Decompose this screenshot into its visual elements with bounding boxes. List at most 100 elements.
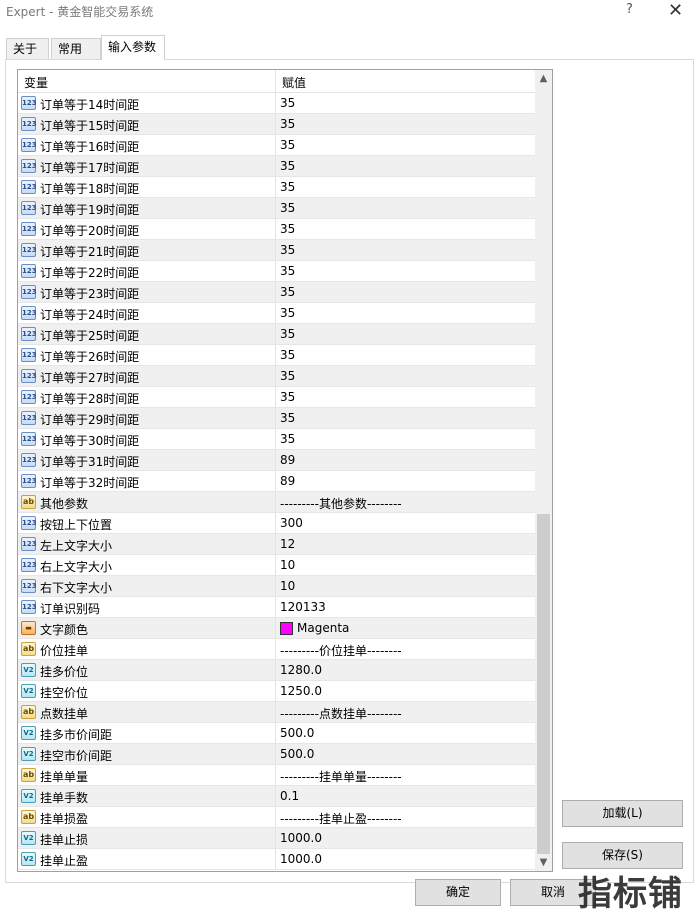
parameter-value[interactable]: 35 [280,180,295,194]
parameter-row[interactable]: V2 挂空市价间距 500.0 [18,744,535,765]
parameter-row[interactable]: ab 挂单单量 ---------挂单单量-------- [18,765,535,786]
parameter-row[interactable]: V2 挂多价位 1280.0 [18,660,535,681]
parameter-row[interactable]: V2 挂空价位 1250.0 [18,681,535,702]
parameter-value[interactable]: 12 [280,537,295,551]
parameter-value[interactable]: 35 [280,138,295,152]
parameter-row[interactable]: ab 点数挂单 ---------点数挂单-------- [18,702,535,723]
parameter-value[interactable]: 35 [280,201,295,215]
parameter-row[interactable]: 123 右上文字大小 10 [18,555,535,576]
parameter-value[interactable]: 35 [280,285,295,299]
parameter-value[interactable]: 35 [280,411,295,425]
parameter-value[interactable]: ---------点数挂单-------- [280,705,402,722]
parameter-row[interactable]: 123 订单等于16时间距 35 [18,135,535,156]
parameter-row[interactable]: V2 挂单止损 1000.0 [18,828,535,849]
parameter-value[interactable]: 500.0 [280,747,314,761]
parameter-row[interactable]: 123 订单等于14时间距 35 [18,93,535,114]
integer-type-icon: 123 [21,369,37,383]
parameter-row[interactable]: 123 订单等于30时间距 35 [18,429,535,450]
parameter-row[interactable]: ab 价位挂单 ---------价位挂单-------- [18,639,535,660]
parameter-value[interactable]: 300 [280,516,303,530]
tab-common[interactable]: 常用 [51,38,101,59]
parameter-row[interactable]: 123 订单等于21时间距 35 [18,240,535,261]
cell-divider [275,366,276,386]
parameter-row[interactable]: ▬ 文字颜色 Magenta [18,618,535,639]
parameter-value[interactable]: 35 [280,159,295,173]
parameter-row[interactable]: 123 订单等于22时间距 35 [18,261,535,282]
column-header-value[interactable]: 赋值 [282,74,306,91]
scroll-thumb[interactable] [537,514,550,854]
parameter-row[interactable]: V2 挂单手数 0.1 [18,786,535,807]
tab-about[interactable]: 关于 [6,38,49,59]
parameter-row[interactable]: 123 订单等于31时间距 89 [18,450,535,471]
vertical-scrollbar[interactable]: ▲ ▼ [535,70,552,871]
parameter-row[interactable]: 123 订单等于26时间距 35 [18,345,535,366]
ok-button[interactable]: 确定 [415,879,501,906]
parameter-row[interactable]: 123 订单等于19时间距 35 [18,198,535,219]
column-divider[interactable] [275,70,276,93]
parameter-value[interactable]: 35 [280,390,295,404]
parameter-row[interactable]: 123 订单等于25时间距 35 [18,324,535,345]
save-button[interactable]: 保存(S) [562,842,683,869]
parameter-value[interactable]: 89 [280,453,295,467]
parameter-row[interactable]: 123 订单识别码 120133 [18,597,535,618]
parameter-value[interactable]: 1280.0 [280,663,322,677]
parameter-value[interactable]: 1250.0 [280,684,322,698]
parameter-value[interactable]: 89 [280,474,295,488]
parameter-row[interactable]: 123 订单等于17时间距 35 [18,156,535,177]
grid-rows: 123 订单等于14时间距 35 123 订单等于15时间距 35 123 订单等于16时间距… [18,93,535,870]
scroll-down-icon[interactable]: ▼ [535,854,552,871]
load-button[interactable]: 加载(L) [562,800,683,827]
parameter-value[interactable]: 35 [280,264,295,278]
cell-divider [275,828,276,848]
cell-divider [275,555,276,575]
tab-inputs[interactable]: 输入参数 [101,35,165,60]
parameter-value[interactable]: 35 [280,432,295,446]
parameter-row[interactable]: 123 订单等于27时间距 35 [18,366,535,387]
integer-type-icon: 123 [21,264,37,278]
parameter-row[interactable]: ab 挂单损盈 ---------挂单止盈-------- [18,807,535,828]
parameter-value[interactable]: 120133 [280,600,326,614]
parameter-row[interactable]: 123 订单等于23时间距 35 [18,282,535,303]
parameter-value[interactable]: 1000.0 [280,831,322,845]
parameter-value[interactable]: Magenta [297,621,349,635]
parameter-value[interactable]: 10 [280,579,295,593]
parameter-name: 挂单损盈 [40,812,89,826]
parameter-name: 订单等于27时间距 [40,371,140,385]
parameter-value[interactable]: 35 [280,96,295,110]
parameter-row[interactable]: 123 按钮上下位置 300 [18,513,535,534]
parameter-row[interactable]: 123 订单等于24时间距 35 [18,303,535,324]
parameter-row[interactable]: 123 左上文字大小 12 [18,534,535,555]
close-icon[interactable]: ✕ [668,0,683,21]
parameter-row[interactable]: 123 订单等于18时间距 35 [18,177,535,198]
parameter-row[interactable]: 123 右下文字大小 10 [18,576,535,597]
parameter-row[interactable]: 123 订单等于29时间距 35 [18,408,535,429]
parameter-value[interactable]: 35 [280,369,295,383]
parameter-value[interactable]: 35 [280,306,295,320]
parameter-value[interactable]: 35 [280,117,295,131]
parameter-row[interactable]: 123 订单等于28时间距 35 [18,387,535,408]
parameter-name: 订单等于25时间距 [40,329,140,343]
parameter-row[interactable]: 123 订单等于15时间距 35 [18,114,535,135]
parameter-value[interactable]: ---------其他参数-------- [280,495,402,512]
parameter-row[interactable]: 123 订单等于32时间距 89 [18,471,535,492]
parameter-row[interactable]: 123 订单等于20时间距 35 [18,219,535,240]
parameter-value[interactable]: 0.1 [280,789,299,803]
parameter-value[interactable]: 35 [280,348,295,362]
parameter-row[interactable]: ab 其他参数 ---------其他参数-------- [18,492,535,513]
parameter-value[interactable]: ---------挂单止盈-------- [280,810,402,827]
parameter-value[interactable]: 35 [280,243,295,257]
parameter-value[interactable]: 35 [280,222,295,236]
color-swatch[interactable] [280,622,293,635]
parameter-value[interactable]: ---------挂单单量-------- [280,768,402,785]
column-header-variable[interactable]: 变量 [24,74,48,91]
help-icon[interactable]: ? [626,2,633,17]
parameter-row[interactable]: V2 挂单止盈 1000.0 [18,849,535,870]
parameter-row[interactable]: V2 挂多市价间距 500.0 [18,723,535,744]
parameter-value[interactable]: 10 [280,558,295,572]
parameter-value[interactable]: 1000.0 [280,852,322,866]
parameter-value[interactable]: ---------价位挂单-------- [280,642,402,659]
cell-divider [275,492,276,512]
parameter-value[interactable]: 35 [280,327,295,341]
parameter-value[interactable]: 500.0 [280,726,314,740]
scroll-up-icon[interactable]: ▲ [535,70,552,87]
